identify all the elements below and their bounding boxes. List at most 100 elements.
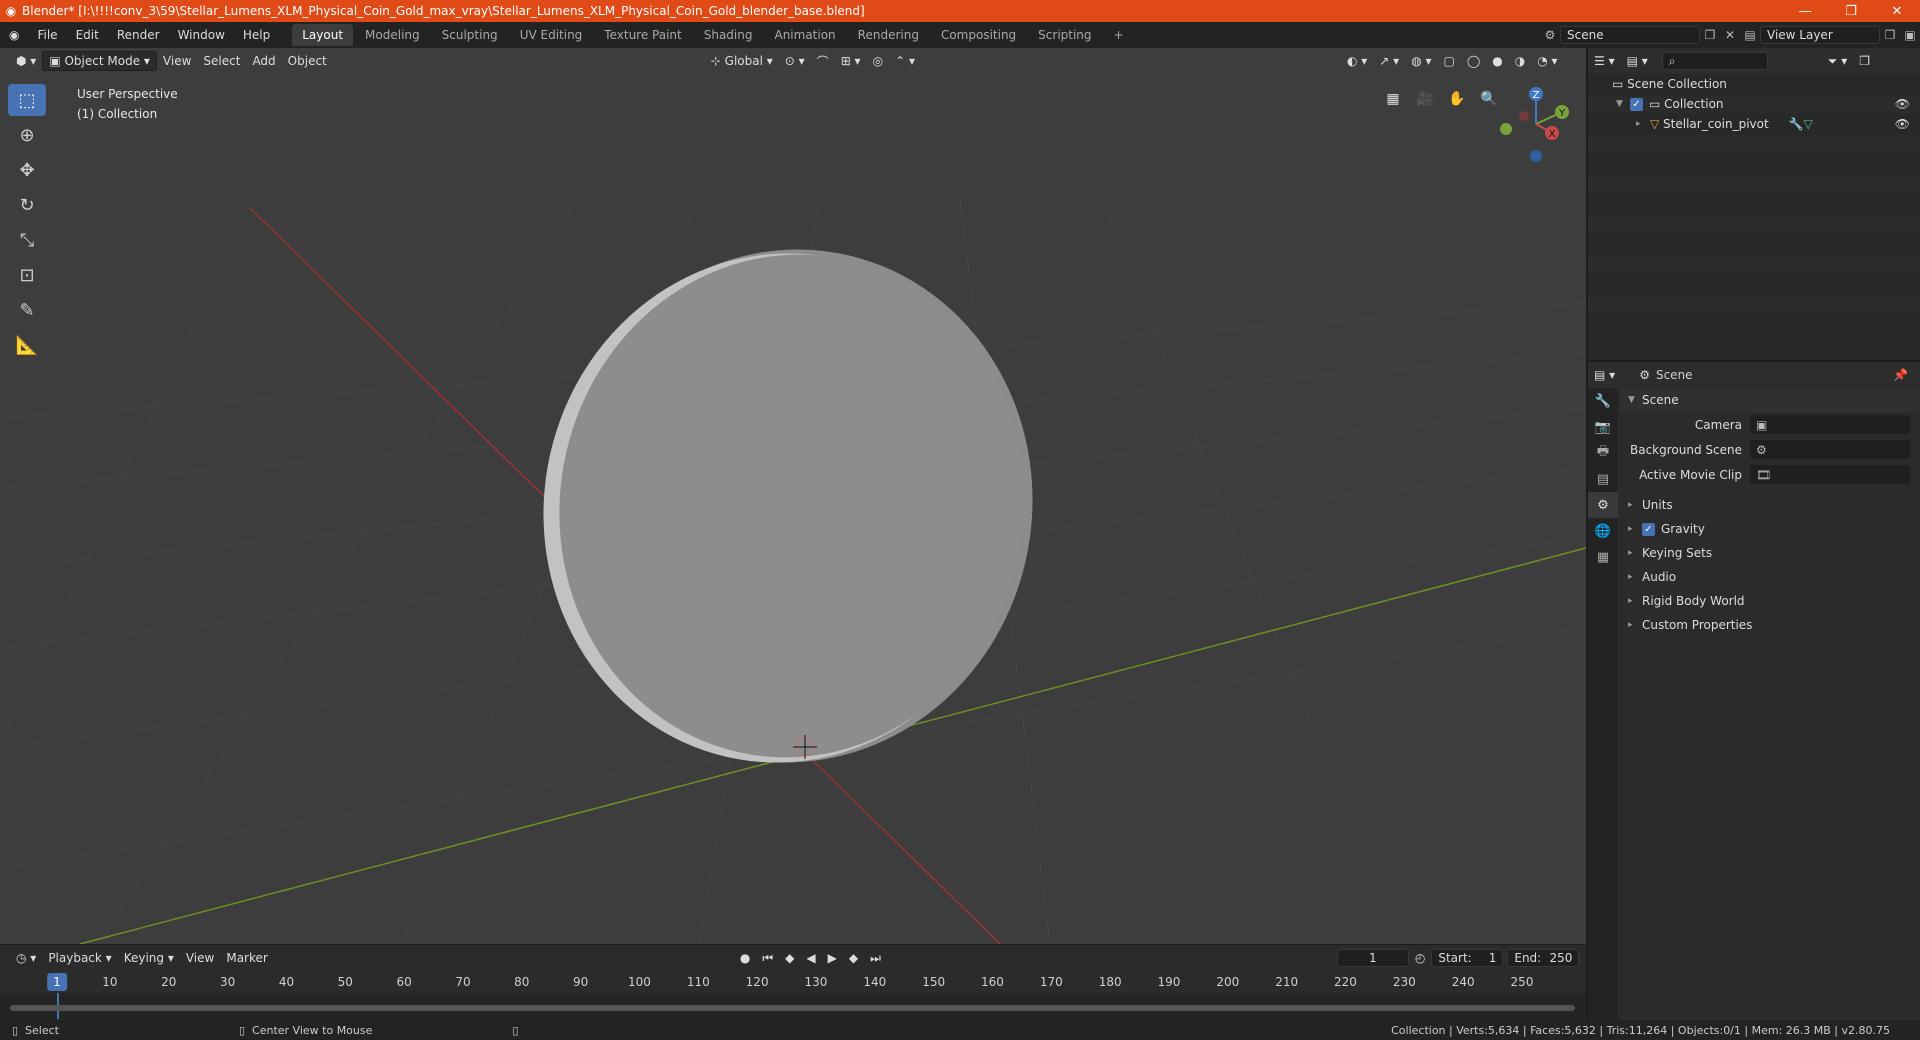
mesh-data-icon[interactable]: ▽ <box>1804 117 1813 131</box>
editor-type-icon[interactable]: ⬢ ▾ <box>10 51 42 71</box>
solid-shading-icon[interactable]: ● <box>1486 51 1508 71</box>
view-layer-icon[interactable]: ▤ <box>1740 25 1760 45</box>
view-layer-field[interactable]: View Layer <box>1760 26 1880 44</box>
pivot-point-icon[interactable]: ⊙ ▾ <box>779 51 811 71</box>
scene-panel-header[interactable]: ▼ Scene <box>1620 388 1920 412</box>
menu-window[interactable]: Window <box>169 22 234 48</box>
tab-rendering[interactable]: Rendering <box>848 24 929 46</box>
tab-modeling[interactable]: Modeling <box>355 24 430 46</box>
render-tab-icon[interactable]: 📷 <box>1588 414 1618 440</box>
tab-uv-editing[interactable]: UV Editing <box>510 24 593 46</box>
snap-target-icon[interactable]: ⊞ ▾ <box>835 51 867 71</box>
prev-keyframe-icon[interactable]: ◆ <box>779 948 800 968</box>
scene-field[interactable]: Scene <box>1560 26 1700 44</box>
coin-object[interactable] <box>503 211 1073 801</box>
menu-object[interactable]: Object <box>282 51 333 71</box>
3d-viewport[interactable]: ⬢ ▾ ▣ Object Mode ▾ View Select Add Obje… <box>0 48 1586 944</box>
menu-file[interactable]: File <box>28 22 66 48</box>
visibility-icon[interactable]: ◐ ▾ <box>1341 51 1373 71</box>
falloff-icon[interactable]: ⌃ ▾ <box>889 51 921 71</box>
scene-icon[interactable]: ⚙ <box>1540 25 1560 45</box>
tab-compositing[interactable]: Compositing <box>931 24 1026 46</box>
wireframe-shading-icon[interactable]: ◯ <box>1461 51 1486 71</box>
menu-marker[interactable]: Marker <box>220 948 273 968</box>
menu-add[interactable]: Add <box>246 51 281 71</box>
eye-icon[interactable]: 👁 <box>1895 97 1910 111</box>
world-tab-icon[interactable]: 🌐 <box>1588 518 1618 544</box>
maximize-button[interactable]: ❐ <box>1828 0 1874 22</box>
overlays-icon[interactable]: ◍ ▾ <box>1405 51 1437 71</box>
tab-texture-paint[interactable]: Texture Paint <box>594 24 691 46</box>
jump-end-icon[interactable]: ⏭ <box>864 948 887 968</box>
select-box-icon[interactable]: ⬚ <box>8 84 46 116</box>
background-scene-field[interactable]: ⚙ <box>1750 440 1910 459</box>
gizmo-neg-x-icon[interactable] <box>1519 111 1529 121</box>
delete-view-layer-icon[interactable]: ▣ <box>1900 25 1920 45</box>
collapse-triangle-icon[interactable]: ▸ <box>1636 119 1650 129</box>
menu-edit[interactable]: Edit <box>67 22 108 48</box>
timeline-scrollbar[interactable] <box>10 1005 1575 1011</box>
tab-shading[interactable]: Shading <box>694 24 763 46</box>
new-view-layer-icon[interactable]: ❐ <box>1880 25 1900 45</box>
gravity-panel[interactable]: ▸ ✓ Gravity <box>1620 517 1920 541</box>
transform-icon[interactable]: ⊡ <box>8 259 46 291</box>
tab-sculpting[interactable]: Sculpting <box>432 24 508 46</box>
new-scene-icon[interactable]: ❐ <box>1700 25 1720 45</box>
gizmo-neg-y-icon[interactable] <box>1500 123 1512 135</box>
texture-tab-icon[interactable]: ▦ <box>1588 544 1618 570</box>
rigid-body-world-panel[interactable]: ▸ Rigid Body World <box>1620 589 1920 613</box>
material-shading-icon[interactable]: ◑ <box>1509 51 1531 71</box>
delete-scene-icon[interactable]: ✕ <box>1720 25 1740 45</box>
scene-tab-icon[interactable]: ⚙ <box>1588 492 1618 518</box>
cursor-icon[interactable]: ⊕ <box>8 119 46 151</box>
properties-editor-type-icon[interactable]: ▤ ▾ <box>1588 365 1621 385</box>
timeline-editor-type-icon[interactable]: ◷ ▾ <box>10 948 42 968</box>
autokey-timer-icon[interactable]: ◴ <box>1409 948 1431 968</box>
pin-icon[interactable]: 📌 <box>1887 365 1914 385</box>
tool-tab-icon[interactable]: 🔧 <box>1588 388 1618 414</box>
audio-panel[interactable]: ▸ Audio <box>1620 565 1920 589</box>
playhead[interactable]: 1 <box>47 973 67 991</box>
xray-icon[interactable]: ▢ <box>1438 51 1461 71</box>
outliner-row-object[interactable]: ▸ ▽ Stellar_coin_pivot 🔧 ▽ 👁 <box>1588 114 1920 134</box>
close-button[interactable]: ✕ <box>1874 0 1920 22</box>
annotate-icon[interactable]: ✎ <box>8 294 46 326</box>
transform-orientation-dropdown[interactable]: ⊹ Global ▾ <box>705 51 779 71</box>
record-icon[interactable]: ● <box>734 948 756 968</box>
end-frame-field[interactable]: End: 250 <box>1507 949 1580 967</box>
menu-timeline-view[interactable]: View <box>180 948 220 968</box>
tab-scripting[interactable]: Scripting <box>1028 24 1101 46</box>
grid-view-icon[interactable]: ▦ <box>1380 86 1406 112</box>
menu-keying[interactable]: Keying ▾ <box>118 948 180 968</box>
menu-playback[interactable]: Playback ▾ <box>42 948 117 968</box>
menu-help[interactable]: Help <box>234 22 279 48</box>
menu-select[interactable]: Select <box>197 51 246 71</box>
navigation-gizmo[interactable]: Z Y X <box>1496 84 1576 164</box>
gravity-checkbox[interactable]: ✓ <box>1642 522 1655 536</box>
scale-icon[interactable]: ⤡ <box>8 224 46 256</box>
play-icon[interactable]: ▶ <box>822 948 843 968</box>
move-icon[interactable]: ✥ <box>8 154 46 186</box>
custom-properties-panel[interactable]: ▸ Custom Properties <box>1620 613 1920 637</box>
measure-icon[interactable]: 📐 <box>8 329 46 361</box>
gizmo-neg-z-icon[interactable] <box>1530 150 1542 162</box>
next-keyframe-icon[interactable]: ◆ <box>843 948 864 968</box>
keying-sets-panel[interactable]: ▸ Keying Sets <box>1620 541 1920 565</box>
units-panel[interactable]: ▸ Units <box>1620 493 1920 517</box>
menu-view[interactable]: View <box>157 51 197 71</box>
display-mode-icon[interactable]: ▤ ▾ <box>1621 51 1654 71</box>
rotate-icon[interactable]: ↻ <box>8 189 46 221</box>
collection-checkbox[interactable]: ✓ <box>1630 97 1643 111</box>
jump-start-icon[interactable]: ⏮ <box>756 948 779 968</box>
outliner-row-collection[interactable]: ▼ ✓ ▭ Collection 👁 <box>1588 94 1920 114</box>
rendered-shading-icon[interactable]: ◔ ▾ <box>1531 51 1563 71</box>
menu-render[interactable]: Render <box>108 22 169 48</box>
pan-hand-icon[interactable]: ✋ <box>1444 86 1470 112</box>
snap-icon[interactable]: ⌒ <box>811 51 835 71</box>
start-frame-field[interactable]: Start: 1 <box>1431 949 1504 967</box>
outliner-editor-type-icon[interactable]: ☰ ▾ <box>1588 51 1621 71</box>
expand-triangle-icon[interactable]: ▼ <box>1616 99 1630 109</box>
proportional-edit-icon[interactable]: ◎ <box>867 51 889 71</box>
blender-menu-icon[interactable]: ◉ <box>0 22 28 48</box>
outliner-search-input[interactable]: ⌕ <box>1661 52 1768 70</box>
